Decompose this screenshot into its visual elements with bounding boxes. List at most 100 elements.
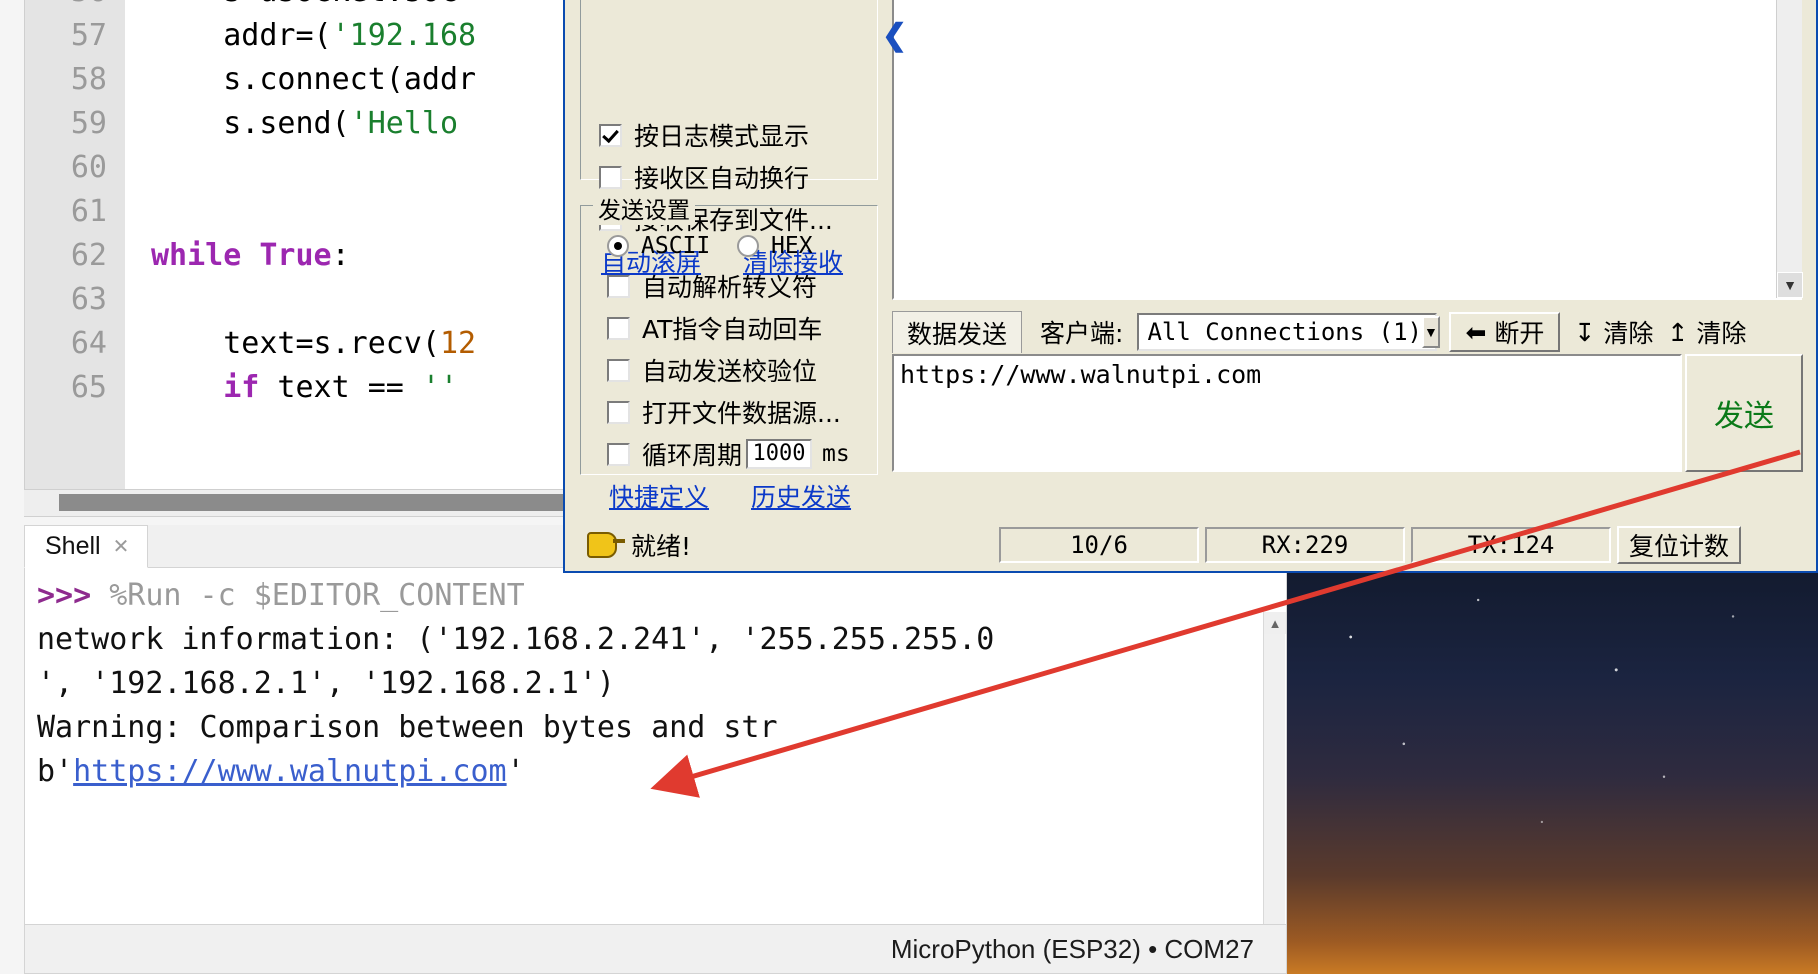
radio-ascii[interactable]: [607, 235, 629, 257]
checkbox-row-at-newline[interactable]: AT指令自动回车: [607, 310, 822, 346]
line-number: 59: [25, 102, 125, 146]
line-number: 58: [25, 58, 125, 102]
interpreter-status[interactable]: MicroPython (ESP32) • COM27: [891, 934, 1254, 965]
code-text: s.connect(addr: [151, 62, 477, 97]
radio-row-hex[interactable]: HEX: [737, 228, 813, 264]
up-arrow-icon: ↥: [1667, 317, 1689, 347]
checkbox-auto-wrap[interactable]: [599, 165, 622, 189]
checkbox-file-source[interactable]: [607, 400, 630, 424]
receive-display-area[interactable]: ▲ ▼: [892, 0, 1803, 300]
editor-scroll-thumb[interactable]: [59, 494, 579, 511]
chevron-down-icon[interactable]: ▼: [1777, 272, 1803, 298]
reset-counter-button[interactable]: 复位计数: [1617, 526, 1742, 564]
shell-prompt: >>>: [37, 578, 92, 613]
tab-shell[interactable]: Shell ✕: [24, 525, 149, 568]
checkbox-at-newline[interactable]: [607, 316, 630, 340]
checkbox-cycle-send[interactable]: [607, 442, 630, 466]
checkbox-row-parse-escape[interactable]: 自动解析转义符: [607, 268, 817, 304]
client-label: 客户端:: [1040, 319, 1124, 348]
serial-window-body: 按日志模式显示 接收区自动换行 接收保存到文件... 自动滚屏 清除接收 发送设…: [565, 0, 1816, 571]
checkbox-log-mode-label: 按日志模式显示: [634, 122, 810, 151]
shell-output-text: Warning: Comparison between bytes and st…: [37, 710, 778, 745]
connections-dropdown[interactable]: All Connections (1) ▼: [1137, 313, 1440, 351]
serial-assistant-window: 按日志模式显示 接收区自动换行 接收保存到文件... 自动滚屏 清除接收 发送设…: [563, 0, 1818, 573]
down-arrow-icon: ↧: [1574, 317, 1596, 347]
checkbox-file-source-label: 打开文件数据源...: [642, 399, 841, 428]
line-number: 62: [25, 234, 125, 278]
desktop-wallpaper: [1287, 563, 1818, 974]
checkbox-log-mode[interactable]: [599, 123, 622, 147]
checkbox-parse-escape-label: 自动解析转义符: [642, 273, 818, 302]
clear-send-button-label: 清除: [1696, 319, 1747, 348]
checkbox-row-file-source[interactable]: 打开文件数据源...: [607, 394, 841, 430]
checkbox-row-log-mode[interactable]: 按日志模式显示: [599, 117, 809, 153]
status-cell-tx: TX:124: [1411, 527, 1611, 563]
send-toolbar: 数据发送 客户端: All Connections (1) ▼ ⬅ 断开 ↧ 清…: [892, 310, 1802, 354]
send-links-row: 快捷定义 历史发送: [609, 478, 851, 514]
thonny-status-bar: MicroPython (ESP32) • COM27: [24, 925, 1287, 974]
code-text: s=usocket.soc: [125, 0, 458, 14]
line-number: 64: [25, 322, 125, 366]
tab-data-send[interactable]: 数据发送: [892, 311, 1023, 353]
checkbox-auto-checksum-label: 自动发送校验位: [642, 357, 818, 386]
code-text: addr=('192.168: [151, 18, 477, 53]
checkbox-auto-checksum[interactable]: [607, 358, 630, 382]
status-cell-counter: 10/6: [999, 527, 1199, 563]
shell-vertical-scrollbar[interactable]: ▲ ▼: [1263, 612, 1286, 924]
send-settings-title: 发送设置: [593, 191, 695, 225]
shell-output-link[interactable]: https://www.walnutpi.com: [73, 754, 506, 789]
chevron-up-icon[interactable]: ▲: [1264, 612, 1286, 634]
link-quick-define[interactable]: 快捷定义: [609, 478, 709, 514]
status-ready-label: 就绪!: [631, 532, 692, 561]
checkbox-auto-wrap-label: 接收区自动换行: [634, 164, 810, 193]
shell-panel: Shell ✕ >>> %Run -c $EDITOR_CONTENT netwo…: [24, 525, 1287, 925]
shell-output-text: b': [37, 754, 74, 789]
shell-line: network information: ('192.168.2.241', '…: [37, 618, 994, 662]
radio-hex[interactable]: [737, 235, 759, 257]
link-history-send[interactable]: 历史发送: [751, 478, 851, 514]
checkbox-parse-escape[interactable]: [607, 274, 630, 298]
shell-line: Warning: Comparison between bytes and st…: [37, 706, 994, 750]
receive-settings-group: 按日志模式显示 接收区自动换行 接收保存到文件... 自动滚屏 清除接收: [580, 0, 878, 277]
shell-line: >>> %Run -c $EDITOR_CONTENT: [37, 574, 994, 618]
status-cell-rx: RX:229: [1205, 527, 1405, 563]
clear-receive-button[interactable]: ↧ 清除: [1574, 314, 1653, 350]
radio-row-ascii[interactable]: ASCII: [607, 228, 710, 264]
chevron-down-icon[interactable]: ▼: [1422, 316, 1440, 348]
clear-receive-button-label: 清除: [1603, 319, 1654, 348]
send-input-textarea[interactable]: https://www.walnutpi.com: [892, 354, 1682, 472]
serial-status-bar: 就绪! 10/6 RX:229 TX:124 复位计数: [569, 522, 1812, 568]
left-arrow-icon: ⬅: [1465, 317, 1487, 347]
screen-root: 56 s=usocket.soc57 addr=('192.168 58 s.co…: [0, 0, 1818, 974]
code-text: text=s.recv(12: [151, 326, 477, 361]
checkbox-row-cycle[interactable]: 循环周期 1000 ms: [607, 436, 850, 472]
tab-shell-label: Shell: [45, 532, 101, 560]
shell-line: ', '192.168.2.1', '192.168.2.1'): [37, 662, 994, 706]
radio-hex-label: HEX: [771, 233, 813, 259]
checkbox-row-auto-checksum[interactable]: 自动发送校验位: [607, 352, 817, 388]
chevron-left-icon[interactable]: ❮: [882, 18, 907, 53]
shell-line: b'https://www.walnutpi.com': [37, 750, 994, 794]
line-number: 65: [25, 366, 125, 410]
send-settings-group: 发送设置 ASCII HEX 自动解析转义符 AT指令自动回车 自动发送校验位 …: [580, 191, 878, 512]
clear-send-button[interactable]: ↥ 清除: [1667, 314, 1746, 350]
shell-output-text: ', '192.168.2.1', '192.168.2.1'): [37, 666, 615, 701]
code-text: while True:: [151, 238, 350, 273]
disconnect-button-label: 断开: [1494, 319, 1545, 348]
code-text: if text == '': [223, 370, 459, 405]
connections-dropdown-value: All Connections (1): [1147, 318, 1422, 346]
checkbox-row-auto-wrap[interactable]: 接收区自动换行: [599, 159, 809, 195]
send-button[interactable]: 发送: [1685, 354, 1803, 472]
receive-vertical-scrollbar[interactable]: ▲ ▼: [1776, 0, 1803, 298]
cycle-period-input[interactable]: 1000: [746, 439, 813, 469]
shell-command: %Run -c $EDITOR_CONTENT: [91, 578, 525, 613]
status-ready: 就绪!: [569, 527, 999, 563]
shell-output-text: ': [506, 754, 525, 789]
close-icon[interactable]: ✕: [113, 534, 130, 559]
line-number: 60: [25, 146, 125, 190]
line-number: 61: [25, 190, 125, 234]
shell-output[interactable]: >>> %Run -c $EDITOR_CONTENT network infor…: [24, 568, 1287, 925]
disconnect-button[interactable]: ⬅ 断开: [1449, 312, 1561, 352]
